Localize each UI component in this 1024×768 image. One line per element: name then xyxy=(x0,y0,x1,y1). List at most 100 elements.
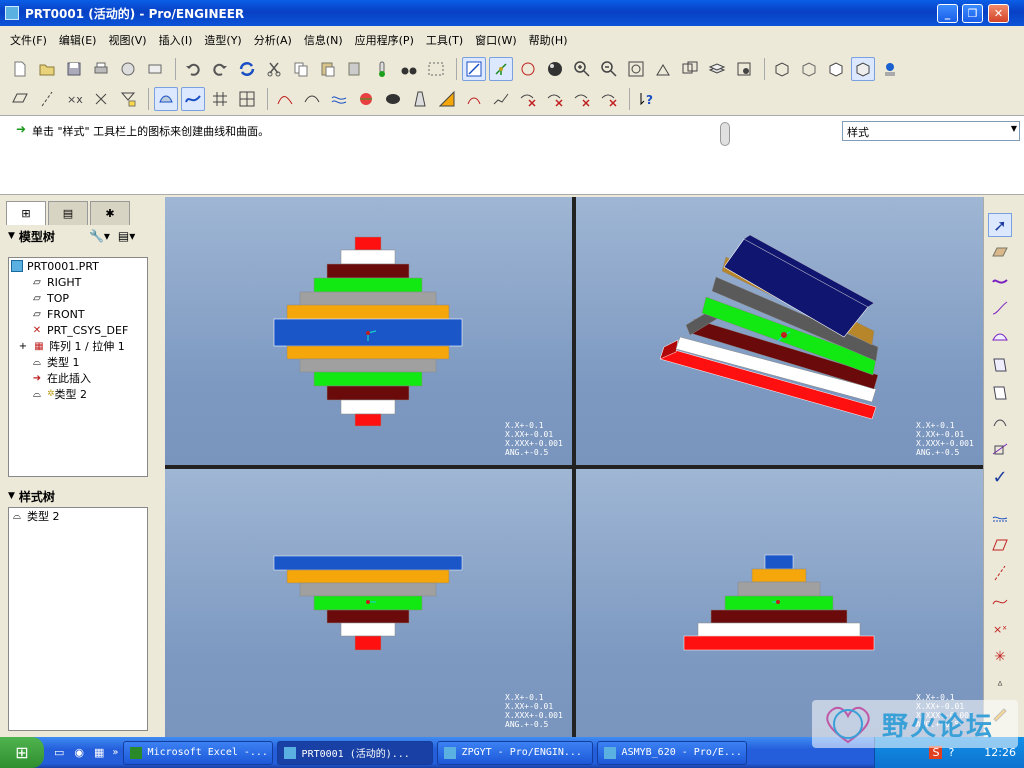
zoom-in-button[interactable] xyxy=(570,57,594,81)
shade-curvature-button[interactable] xyxy=(381,87,405,111)
menu-info[interactable]: 信息(N) xyxy=(298,32,349,48)
menu-style[interactable]: 造型(Y) xyxy=(198,32,247,48)
tree-item-part[interactable]: PRT0001.PRT xyxy=(9,258,147,274)
menu-window[interactable]: 窗口(W) xyxy=(469,32,522,48)
curve-edit-button[interactable] xyxy=(988,353,1012,377)
reorient-button[interactable] xyxy=(651,57,675,81)
trim-button[interactable] xyxy=(988,409,1012,433)
appearance-button[interactable] xyxy=(543,57,567,81)
shading-button[interactable] xyxy=(851,57,875,81)
style-surface-button[interactable] xyxy=(154,87,178,111)
point-tool-button[interactable]: ×ˣ xyxy=(988,617,1012,641)
viewport-top-right[interactable]: X.X+-0.1 X.XX+-0.01 X.XXX+-0.001 ANG.+-0.5 xyxy=(576,197,983,465)
circle-button[interactable] xyxy=(988,297,1012,321)
hidden-line-button[interactable] xyxy=(797,57,821,81)
repaint-button[interactable] xyxy=(462,57,486,81)
send-button[interactable] xyxy=(116,57,140,81)
zoom-out-button[interactable] xyxy=(597,57,621,81)
tree-item-front[interactable]: ▱ FRONT xyxy=(9,306,147,322)
tree-item-pattern[interactable]: + ▦ 阵列 1 / 拉伸 1 xyxy=(9,338,147,354)
select-box-button[interactable] xyxy=(424,57,448,81)
quick-launch-browser-icon[interactable]: ◉ xyxy=(74,746,84,759)
task-prt0001[interactable]: PRT0001 (活动的)... xyxy=(276,740,433,765)
curve-analysis-button[interactable] xyxy=(489,87,513,111)
task-asmyb[interactable]: ASMYB_620 - Pro/E... xyxy=(596,740,747,765)
delete-section-button[interactable] xyxy=(543,87,567,111)
print-button[interactable] xyxy=(89,57,113,81)
menu-tools[interactable]: 工具(T) xyxy=(420,32,469,48)
spin-center-button[interactable] xyxy=(489,57,513,81)
saved-views-button[interactable] xyxy=(678,57,702,81)
tree-settings-icon[interactable]: 🔧▾ xyxy=(89,229,110,243)
delete-all-button[interactable] xyxy=(597,87,621,111)
menu-applications[interactable]: 应用程序(P) xyxy=(349,32,420,48)
task-zpgyt[interactable]: ZPGYT - Pro/ENGIN... xyxy=(436,740,593,765)
axis-tool-button[interactable] xyxy=(988,561,1012,585)
draft-button[interactable] xyxy=(408,87,432,111)
surface-edit-button[interactable] xyxy=(988,381,1012,405)
datum-points-toggle[interactable]: ×x xyxy=(62,87,86,111)
style-curve-button[interactable] xyxy=(181,87,205,111)
viewport-top-left[interactable]: X.X+-0.1 X.XX+-0.01 X.XXX+-0.001 ANG.+-0.5 xyxy=(165,197,572,465)
quick-launch-app-icon[interactable]: ▦ xyxy=(94,746,104,759)
create-curve-button[interactable] xyxy=(988,269,1012,293)
tab-model-tree[interactable]: ⊞ xyxy=(6,201,46,225)
expand-plus-icon[interactable]: + xyxy=(17,340,29,352)
sketched-curve-button[interactable] xyxy=(988,589,1012,613)
tree-filter-icon[interactable]: ▤▾ xyxy=(118,229,135,243)
mail-button[interactable] xyxy=(143,57,167,81)
quick-launch-desktop-icon[interactable]: ▭ xyxy=(54,746,64,759)
paste-special-button[interactable] xyxy=(343,57,367,81)
surface-button[interactable] xyxy=(988,325,1012,349)
menu-analysis[interactable]: 分析(A) xyxy=(248,32,298,48)
start-button[interactable]: ⊞ xyxy=(0,737,44,768)
thermometer-button[interactable] xyxy=(370,57,394,81)
no-hidden-button[interactable] xyxy=(824,57,848,81)
viewport-bottom-right[interactable]: X.X+-0.1X.XX+-0.01X.XXX+-0.001ANG.+-0.5 xyxy=(576,469,983,737)
selection-filter[interactable]: 样式 ▼ xyxy=(842,121,1020,141)
menu-file[interactable]: 文件(F) xyxy=(4,32,53,48)
tab-folder-browser[interactable]: ▤ xyxy=(48,201,88,225)
graphics-window[interactable]: X.X+-0.1 X.XX+-0.01 X.XXX+-0.001 ANG.+-0.5 … xyxy=(165,197,983,737)
task-excel[interactable]: Microsoft Excel -... xyxy=(122,740,273,765)
section-button[interactable] xyxy=(300,87,324,111)
slope-button[interactable] xyxy=(435,87,459,111)
quick-launch-more-icon[interactable]: » xyxy=(112,747,118,758)
minimize-button[interactable]: _ xyxy=(937,4,958,23)
datum-plane-tool-button[interactable] xyxy=(988,505,1012,529)
set-active-plane-button[interactable] xyxy=(988,241,1012,265)
tree-item-csys[interactable]: ✕ PRT_CSYS_DEF xyxy=(9,322,147,338)
reflection-button[interactable] xyxy=(354,87,378,111)
copy-button[interactable] xyxy=(289,57,313,81)
close-button[interactable]: ✕ xyxy=(988,4,1009,23)
tree-item-right[interactable]: ▱ RIGHT xyxy=(9,274,147,290)
dihedral-button[interactable] xyxy=(462,87,486,111)
tree-item-type1[interactable]: ⌓ 类型 1 xyxy=(9,354,147,370)
plane-tool-button[interactable] xyxy=(988,533,1012,557)
find-button[interactable] xyxy=(397,57,421,81)
menu-edit[interactable]: 编辑(E) xyxy=(53,32,103,48)
layers-button[interactable] xyxy=(705,57,729,81)
open-file-button[interactable] xyxy=(35,57,59,81)
undo-button[interactable] xyxy=(181,57,205,81)
regenerate-button[interactable] xyxy=(235,57,259,81)
tree-item-insert-here[interactable]: ➜ 在此插入 xyxy=(9,370,147,386)
maximize-button[interactable]: ❐ xyxy=(962,4,983,23)
paste-button[interactable] xyxy=(316,57,340,81)
redo-button[interactable] xyxy=(208,57,232,81)
analysis-tool-button[interactable]: ᐞ xyxy=(988,673,1012,697)
refit-button[interactable] xyxy=(624,57,648,81)
tree-item-top[interactable]: ▱ TOP xyxy=(9,290,147,306)
connect-button[interactable] xyxy=(988,437,1012,461)
delete-offset-button[interactable] xyxy=(570,87,594,111)
curvature-button[interactable] xyxy=(273,87,297,111)
style-tree-header[interactable]: ▼ 样式树 xyxy=(0,485,160,507)
grid-button[interactable] xyxy=(208,87,232,111)
save-button[interactable] xyxy=(62,57,86,81)
select-tool-button[interactable]: ➚ xyxy=(988,213,1012,237)
annotation-toggle[interactable] xyxy=(116,87,140,111)
new-file-button[interactable] xyxy=(8,57,32,81)
datum-csys-toggle[interactable] xyxy=(89,87,113,111)
cut-button[interactable] xyxy=(262,57,286,81)
style-tree-item[interactable]: ⌓ 类型 2 xyxy=(9,508,147,524)
